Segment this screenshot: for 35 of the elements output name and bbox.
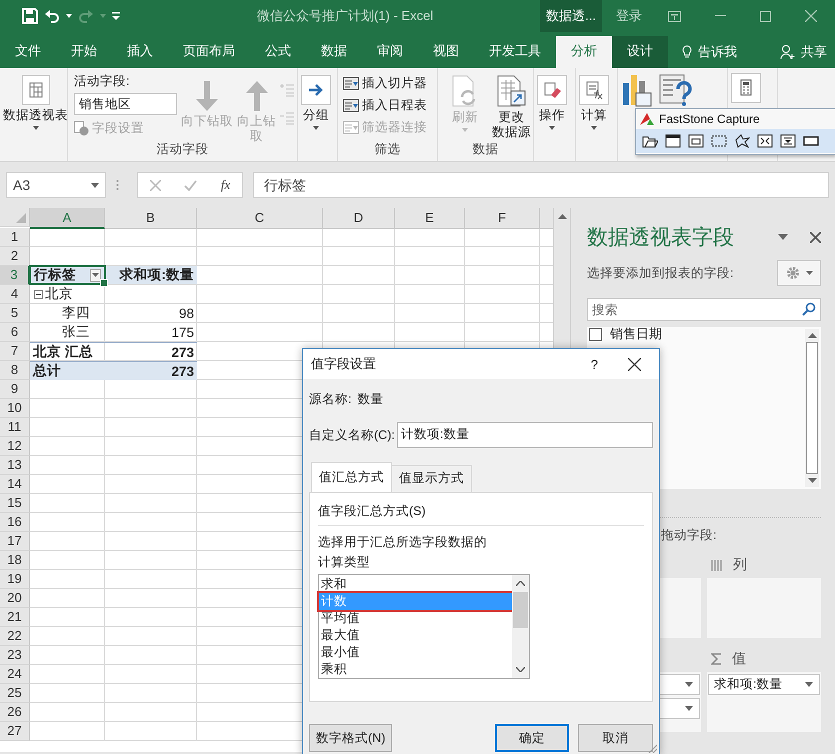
table-cell-text: 175 bbox=[170, 324, 195, 341]
table-cell-text: 98 bbox=[178, 304, 195, 322]
cell-text: 北京 bbox=[45, 285, 73, 303]
section-title: 值字段汇总方式(S) bbox=[318, 503, 427, 520]
share-label: 共享 bbox=[801, 43, 827, 61]
table-cell-text: 北京 汇总 bbox=[32, 343, 94, 361]
description-text: 选择用于汇总所选字段数据的 bbox=[318, 534, 488, 551]
pane-title: 数据透视表字段 bbox=[587, 225, 735, 251]
description-text: 计算类型 bbox=[318, 554, 371, 571]
table-cell-text: 张三 bbox=[61, 323, 91, 341]
cell-text: 行标签 bbox=[34, 266, 76, 284]
group-title: 活动字段 bbox=[156, 141, 208, 158]
table-cell-text: 273 bbox=[170, 344, 195, 361]
field-name: 销售日期 bbox=[610, 325, 662, 343]
source-name-label: 源名称: bbox=[309, 391, 352, 408]
cell-reference: A3 bbox=[13, 177, 30, 193]
drag-prompt: 拖动字段: bbox=[660, 527, 718, 544]
toolbar-title: FastStone Capture bbox=[659, 112, 760, 126]
table-cell-text: 273 bbox=[170, 362, 195, 380]
source-name-value: 数量 bbox=[357, 391, 384, 408]
context-tab-label: 数据透... bbox=[540, 0, 602, 32]
window-title: 微信公众号推广计划(1) - Excel bbox=[256, 7, 434, 25]
group-title: 筛选 bbox=[374, 141, 400, 158]
active-field-label: 活动字段: bbox=[74, 73, 130, 90]
table-cell-text: 求和项:数量 bbox=[118, 266, 195, 284]
tell-me-label: 告诉我 bbox=[698, 43, 737, 61]
table-cell-text: 总计 bbox=[32, 362, 62, 380]
area-label: 列 bbox=[733, 556, 747, 574]
area-field-name: 求和项:数量 bbox=[714, 676, 782, 693]
dialog-title: 值字段设置 bbox=[311, 355, 377, 373]
custom-name-label: 自定义名称(C): bbox=[309, 426, 395, 444]
table-cell-text: 李四 bbox=[61, 304, 91, 322]
area-label: 值 bbox=[732, 650, 746, 668]
pane-prompt: 选择要添加到报表的字段: bbox=[587, 264, 734, 282]
group-title: 数据 bbox=[472, 141, 498, 158]
